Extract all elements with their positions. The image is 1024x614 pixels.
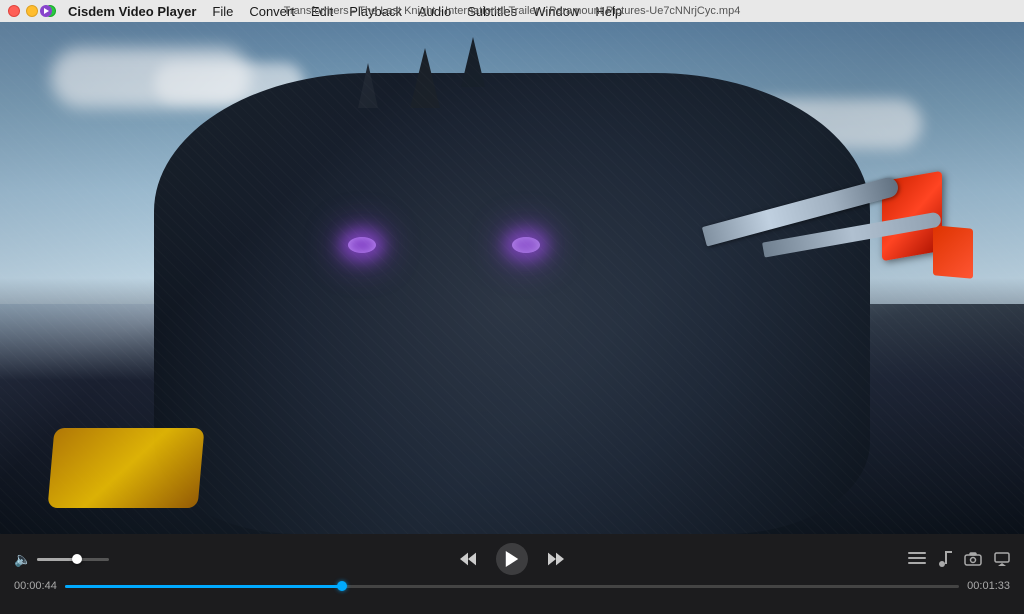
playlist-icon[interactable]: [908, 552, 926, 566]
progress-fill: [65, 585, 342, 588]
time-total: 00:01:33: [967, 580, 1010, 592]
video-scene: [0, 22, 1024, 534]
play-pause-button[interactable]: [496, 543, 528, 575]
video-area[interactable]: [0, 22, 1024, 534]
menu-item-appname[interactable]: Cisdem Video Player: [60, 0, 204, 22]
titlebar: Cisdem Video Player File Convert Edit Pl…: [0, 0, 1024, 22]
progress-row: 00:00:44 00:01:33: [14, 580, 1010, 592]
time-current: 00:00:44: [14, 580, 57, 592]
volume-icon[interactable]: 🔈: [14, 551, 31, 568]
yellow-element: [48, 428, 205, 508]
progress-thumb: [337, 581, 347, 591]
playback-controls: [456, 543, 568, 575]
controls-bar: 🔈: [0, 534, 1024, 614]
window-title: Transformers - The Last Knight - Interna…: [284, 5, 741, 17]
airplay-icon[interactable]: [994, 552, 1010, 566]
volume-slider-thumb: [72, 554, 82, 564]
minimize-button[interactable]: [26, 5, 38, 17]
fast-forward-button[interactable]: [544, 549, 568, 569]
app-icon: [38, 3, 54, 19]
menu-item-file[interactable]: File: [204, 0, 241, 22]
progress-bar[interactable]: [65, 585, 959, 588]
volume-section: 🔈: [14, 551, 109, 568]
volume-slider[interactable]: [37, 558, 109, 561]
transport-controls-row: 🔈: [14, 540, 1010, 578]
close-button[interactable]: [8, 5, 20, 17]
screenshot-icon[interactable]: [964, 552, 982, 566]
red-accent-2: [933, 225, 973, 278]
rewind-button[interactable]: [456, 549, 480, 569]
music-icon[interactable]: [938, 551, 952, 567]
extra-controls: [908, 551, 1010, 567]
